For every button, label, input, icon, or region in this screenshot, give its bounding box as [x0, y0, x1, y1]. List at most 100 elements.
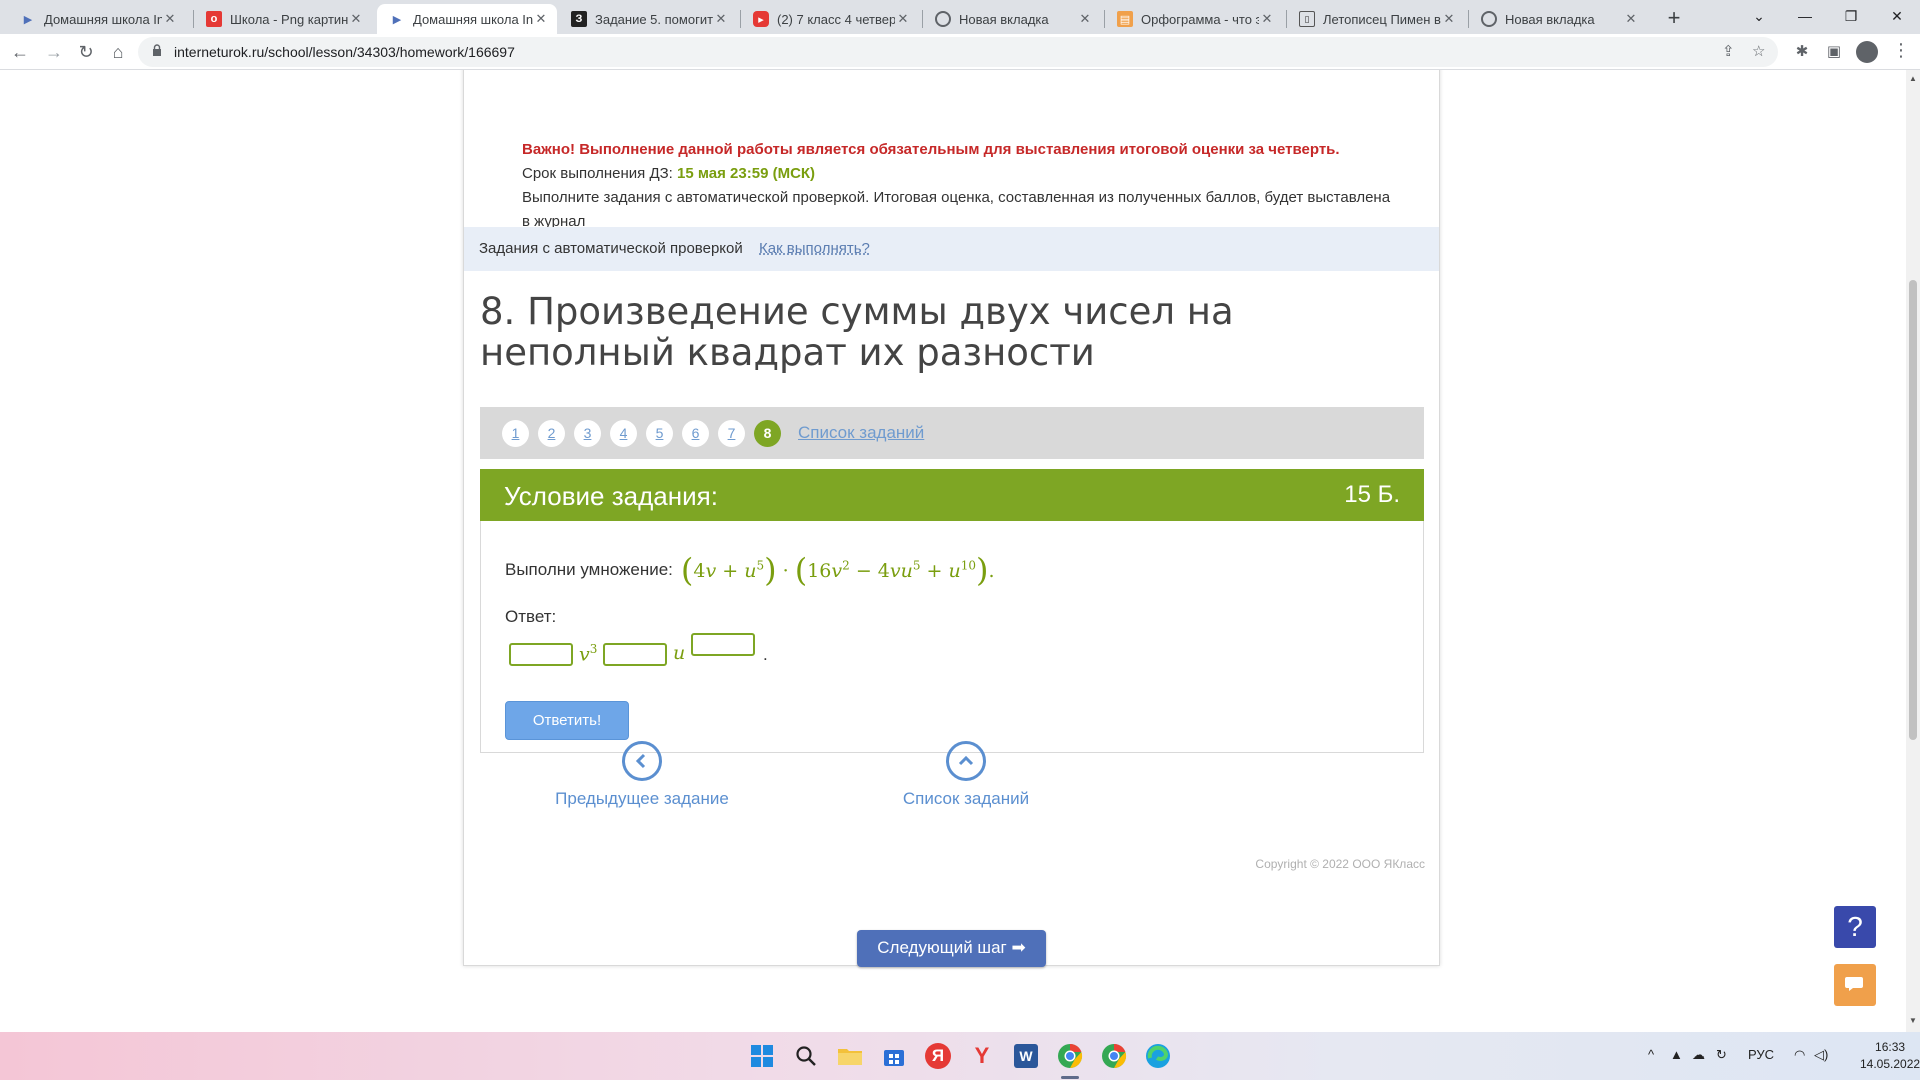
scroll-down-icon[interactable]: ▼: [1909, 1016, 1917, 1025]
browser-menu-icon[interactable]: ⋮: [1892, 40, 1910, 61]
browser-tab[interactable]: З Задание 5. помогите ✕: [559, 4, 737, 34]
task-prompt: Выполни умножение:: [505, 560, 673, 579]
page-link-6[interactable]: 6: [682, 420, 709, 447]
chrome-newtab-icon: [1481, 11, 1497, 27]
deadline-label: Срок выполнения ДЗ:: [522, 165, 673, 182]
bookmark-star-icon[interactable]: ☆: [1752, 42, 1765, 60]
browser-tab[interactable]: Новая вкладка ✕: [1469, 4, 1647, 34]
restore-button[interactable]: ❐: [1828, 0, 1874, 34]
task-list-bottom-link[interactable]: Список заданий: [866, 741, 1066, 809]
task-pager: 1 2 3 4 5 6 7 8 Список заданий: [480, 407, 1424, 459]
address-bar[interactable]: interneturok.ru/school/lesson/34303/home…: [138, 37, 1778, 67]
image-site-icon: o: [206, 11, 222, 27]
store-icon[interactable]: [878, 1040, 910, 1072]
new-tab-button[interactable]: +: [1660, 5, 1688, 33]
notice-warning: Важно! Выполнение данной работы является…: [522, 141, 1340, 158]
answer-variable-u: u: [673, 642, 686, 664]
yandex-browser-icon[interactable]: Я: [922, 1040, 954, 1072]
next-step-button[interactable]: Следующий шаг ➡: [857, 930, 1046, 967]
sidebar-icon[interactable]: ▣: [1822, 40, 1846, 64]
page-link-1[interactable]: 1: [502, 420, 529, 447]
submit-answer-button[interactable]: Ответить!: [505, 701, 629, 740]
page-scrollbar[interactable]: ▲ ▼: [1906, 70, 1920, 1032]
browser-tab[interactable]: ▯ Летописец Пимен в п ✕: [1287, 4, 1465, 34]
browser-tab[interactable]: o Школа - Png картинк ✕: [194, 4, 372, 34]
edge-icon[interactable]: [1142, 1040, 1174, 1072]
answer-exponent-input[interactable]: [691, 633, 755, 656]
chrome-profile-icon[interactable]: [1098, 1040, 1130, 1072]
chevron-up-icon: [946, 741, 986, 781]
answer-sign-input[interactable]: [603, 643, 667, 666]
yandex-icon[interactable]: Y: [966, 1040, 998, 1072]
homework-card: Важно! Выполнение данной работы является…: [463, 70, 1440, 966]
close-tab-icon[interactable]: ✕: [348, 11, 364, 27]
math-expression: (4v + u5) · (16v2 − 4vu5 + u10).: [680, 551, 995, 589]
language-indicator[interactable]: РУС: [1748, 1047, 1774, 1062]
chat-button[interactable]: [1834, 964, 1876, 1006]
file-explorer-icon[interactable]: [834, 1040, 866, 1072]
clock-date: 14.05.2022: [1860, 1057, 1920, 1071]
network-tray-icon[interactable]: ☁: [1692, 1047, 1705, 1063]
forward-button[interactable]: →: [40, 38, 68, 66]
task-list-link[interactable]: Список заданий: [798, 423, 924, 443]
close-tab-icon[interactable]: ✕: [713, 11, 729, 27]
wifi-icon[interactable]: ◠: [1794, 1047, 1805, 1063]
page-link-2[interactable]: 2: [538, 420, 565, 447]
close-tab-icon[interactable]: ✕: [1441, 11, 1457, 27]
how-to-link[interactable]: Как выполнять?: [759, 240, 870, 257]
tab-search-icon[interactable]: ⌄: [1736, 0, 1782, 34]
volume-icon[interactable]: ◁): [1814, 1047, 1828, 1063]
home-button[interactable]: ⌂: [104, 38, 132, 66]
word-icon[interactable]: W: [1010, 1040, 1042, 1072]
page-viewport: Важно! Выполнение данной работы является…: [0, 70, 1906, 1032]
condition-body: Выполни умножение: (4v + u5) · (16v2 − 4…: [480, 521, 1424, 753]
help-button[interactable]: ?: [1834, 906, 1876, 948]
close-tab-icon[interactable]: ✕: [1259, 11, 1275, 27]
condition-title: Условие задания:: [504, 481, 718, 511]
points-badge: 15 Б.: [1344, 481, 1400, 508]
search-icon[interactable]: [790, 1040, 822, 1072]
close-tab-icon[interactable]: ✕: [1623, 11, 1639, 27]
extensions-icon[interactable]: ✱: [1790, 40, 1814, 64]
book-icon: ▤: [1117, 11, 1133, 27]
reload-button[interactable]: ↻: [72, 38, 100, 66]
browser-tab[interactable]: ▤ Орфограмма - что эт ✕: [1105, 4, 1283, 34]
browser-tab-active[interactable]: ▶ Домашняя школа Inte ✕: [377, 4, 557, 34]
browser-tab[interactable]: Новая вкладка ✕: [923, 4, 1101, 34]
sync-tray-icon[interactable]: ↻: [1716, 1047, 1727, 1063]
browser-tab[interactable]: ▶ Домашняя школа Inte ✕: [8, 4, 186, 34]
lock-icon: [153, 44, 161, 56]
share-icon[interactable]: ⇪: [1722, 42, 1735, 60]
google-drive-icon[interactable]: ▲: [1670, 1047, 1683, 1062]
task-list-bottom-label: Список заданий: [902, 789, 1030, 808]
profile-avatar[interactable]: [1856, 41, 1878, 63]
copyright: Copyright © 2022 ООО ЯКласс: [1255, 857, 1425, 871]
youtube-icon: ▸: [753, 11, 769, 27]
system-clock[interactable]: 16:33 14.05.2022: [1860, 1039, 1920, 1073]
homework-notice: Важно! Выполнение данной работы является…: [522, 138, 1402, 234]
page-link-3[interactable]: 3: [574, 420, 601, 447]
deadline-line: Срок выполнения ДЗ: 15 мая 23:59 (МСК): [522, 162, 1402, 186]
close-tab-icon[interactable]: ✕: [1077, 11, 1093, 27]
page-link-5[interactable]: 5: [646, 420, 673, 447]
page-link-current[interactable]: 8: [754, 420, 781, 447]
answer-variable-v: v3: [579, 642, 598, 666]
back-button[interactable]: ←: [6, 38, 34, 66]
browser-tab[interactable]: ▸ (2) 7 класс 4 четверт ✕: [741, 4, 919, 34]
page-link-7[interactable]: 7: [718, 420, 745, 447]
tray-overflow-icon[interactable]: ^: [1648, 1047, 1654, 1062]
close-window-button[interactable]: ✕: [1874, 0, 1920, 34]
scrollbar-thumb[interactable]: [1909, 280, 1917, 740]
close-tab-icon[interactable]: ✕: [895, 11, 911, 27]
chrome-icon[interactable]: [1054, 1040, 1086, 1072]
minimize-button[interactable]: —: [1782, 0, 1828, 34]
close-tab-icon[interactable]: ✕: [162, 11, 178, 27]
deadline-value: 15 мая 23:59 (МСК): [677, 165, 816, 182]
auto-check-bar: Задания с автоматической проверкой Как в…: [464, 227, 1439, 271]
answer-coefficient-input[interactable]: [509, 643, 573, 666]
previous-task-link[interactable]: Предыдущее задание: [542, 741, 742, 809]
close-tab-icon[interactable]: ✕: [533, 11, 549, 27]
scroll-up-icon[interactable]: ▲: [1909, 74, 1917, 83]
page-link-4[interactable]: 4: [610, 420, 637, 447]
windows-start-icon[interactable]: [746, 1040, 778, 1072]
